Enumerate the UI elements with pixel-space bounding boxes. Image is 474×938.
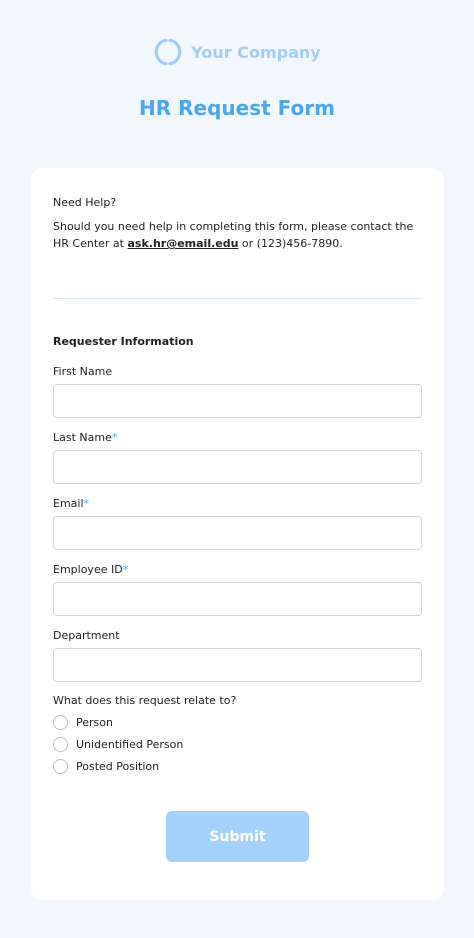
last-name-label: Last Name* — [53, 431, 117, 444]
first-name-label: First Name — [53, 365, 112, 378]
email-input[interactable] — [53, 516, 422, 550]
employee-id-label-text: Employee ID — [53, 563, 123, 576]
help-title: Need Help? — [53, 196, 117, 209]
required-marker: * — [111, 431, 118, 444]
submit-button[interactable]: Submit — [166, 811, 309, 862]
employee-id-label: Employee ID* — [53, 563, 128, 576]
required-marker: * — [122, 563, 129, 576]
email-label: Email* — [53, 497, 89, 510]
request-relation-question: What does this request relate to? — [53, 694, 237, 707]
department-input[interactable] — [53, 648, 422, 682]
department-label: Department — [53, 629, 120, 642]
radio-label: Unidentified Person — [76, 737, 184, 751]
ring-logo-icon — [154, 38, 182, 66]
radio-button[interactable] — [53, 714, 68, 730]
employee-id-input[interactable] — [53, 582, 422, 616]
radio-option-unidentified-person[interactable]: Unidentified Person — [53, 736, 183, 752]
radio-label: Posted Position — [76, 759, 160, 773]
page-title: HR Request Form — [139, 96, 335, 120]
hr-email-link[interactable]: ask.hr@email.edu — [127, 237, 238, 250]
first-name-input[interactable] — [53, 384, 422, 418]
radio-label: Person — [76, 715, 113, 729]
email-label-text: Email — [53, 497, 84, 510]
company-logo: Your Company — [0, 34, 474, 70]
form-card: Need Help? Should you need help in compl… — [31, 168, 444, 900]
help-text: Should you need help in completing this … — [53, 218, 425, 252]
radio-option-posted-position[interactable]: Posted Position — [53, 758, 159, 774]
company-name: Your Company — [191, 42, 321, 62]
last-name-label-text: Last Name — [53, 431, 112, 444]
required-marker: * — [83, 497, 90, 510]
radio-button[interactable] — [53, 758, 68, 774]
radio-button[interactable] — [53, 736, 68, 752]
department-label-text: Department — [53, 629, 120, 642]
first-name-label-text: First Name — [53, 365, 113, 378]
section-divider — [53, 298, 422, 299]
last-name-input[interactable] — [53, 450, 422, 484]
section-title: Requester Information — [53, 335, 194, 348]
help-text-after: or (123)456-7890. — [238, 237, 343, 250]
radio-option-person[interactable]: Person — [53, 714, 113, 730]
